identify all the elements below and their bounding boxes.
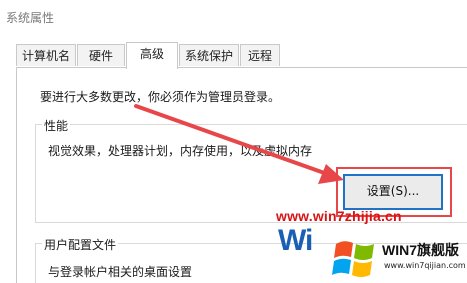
- window-title: 系统属性: [6, 11, 55, 25]
- watermark-url: www.win7zhijia.cn: [276, 208, 402, 224]
- user-profile-description: 与登录帐户相关的桌面设置: [48, 265, 193, 279]
- performance-description: 视觉效果，处理器计划，内存使用，以及虚拟内存: [48, 144, 313, 158]
- tab-remote[interactable]: 远程: [240, 44, 280, 66]
- watermark-site: www.win7qijian.com: [384, 261, 466, 270]
- windows-flag-icon: [332, 241, 374, 277]
- watermark-logo-text: Wi: [278, 224, 313, 257]
- admin-note: 要进行大多数更改，你必须作为管理员登录。: [40, 90, 281, 104]
- performance-group-label: 性能: [42, 117, 71, 134]
- tab-computer-name[interactable]: 计算机名: [16, 44, 76, 66]
- tab-hardware[interactable]: 硬件: [77, 44, 125, 66]
- tab-advanced[interactable]: 高级: [126, 42, 178, 69]
- tab-system-protection[interactable]: 系统保护: [179, 44, 239, 66]
- watermark-brand: WIN7旗舰版: [382, 242, 459, 258]
- user-profile-group-label: 用户配置文件: [42, 236, 119, 253]
